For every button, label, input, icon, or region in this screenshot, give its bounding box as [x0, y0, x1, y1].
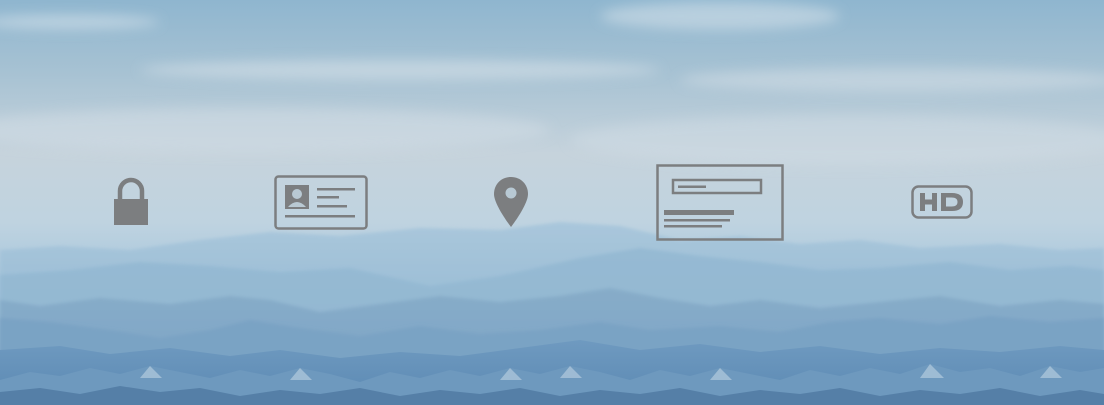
lock-icon — [112, 177, 150, 227]
map-pin-icon — [493, 176, 529, 228]
hero-banner — [0, 0, 1104, 405]
hd-icon — [911, 185, 973, 219]
id-card-icon — [274, 175, 368, 230]
form-layout-icon — [656, 164, 784, 241]
